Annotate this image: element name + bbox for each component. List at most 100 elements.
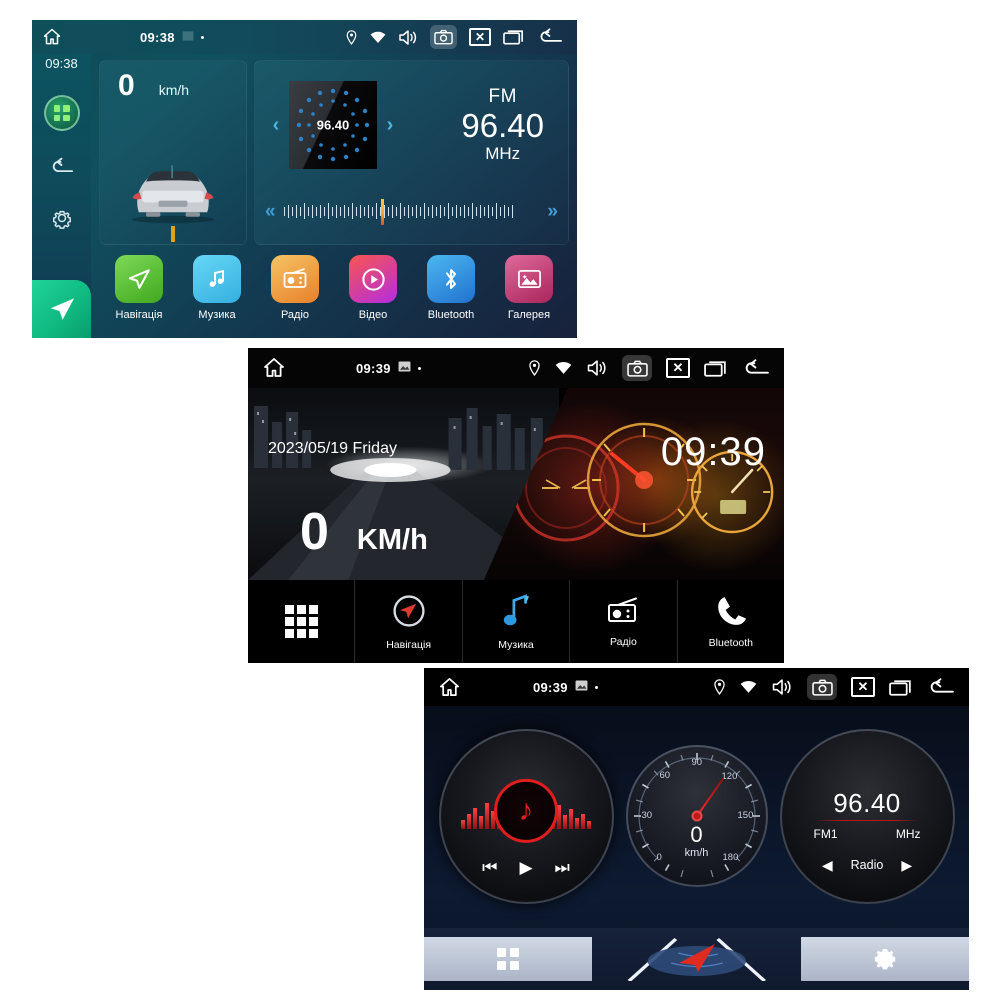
compass-icon xyxy=(391,593,427,634)
app-music[interactable]: Музика xyxy=(181,255,253,321)
back-icon[interactable] xyxy=(538,28,563,46)
location-icon[interactable] xyxy=(528,360,541,376)
radio-next-button[interactable]: ▶ xyxy=(901,857,912,874)
dot-icon xyxy=(417,366,421,370)
music-note-icon: ♪ xyxy=(494,778,558,843)
dock-settings-button[interactable] xyxy=(801,937,969,981)
next-track-button[interactable]: ⏭ xyxy=(555,858,570,878)
back-icon[interactable] xyxy=(743,358,770,378)
wifi-icon[interactable] xyxy=(740,680,757,694)
speed-readout: 0 KM/h xyxy=(300,506,428,558)
dock-item-navigation[interactable]: Навігація xyxy=(354,580,461,663)
sidebar-item-navigation-icon[interactable] xyxy=(32,280,91,338)
speed-tick-30: 30 xyxy=(641,810,653,821)
location-icon[interactable] xyxy=(713,679,726,695)
phone-handset-icon xyxy=(716,595,746,632)
sidebar-item-settings-gear-icon[interactable] xyxy=(51,207,73,234)
play-button[interactable]: ▶ xyxy=(519,858,532,878)
dock-item-music[interactable]: Музика xyxy=(461,580,569,663)
sidebar-item-apps-grid-icon[interactable] xyxy=(43,95,80,131)
apps-grid-icon xyxy=(284,605,318,638)
dock-navigation-button[interactable] xyxy=(592,937,802,981)
radio-next-button[interactable]: › xyxy=(381,114,399,137)
volume-icon[interactable] xyxy=(771,678,793,696)
screenshot-icon[interactable] xyxy=(622,355,652,381)
speed-value: 0 xyxy=(300,503,329,561)
dock-label: Навігація xyxy=(386,638,432,651)
radio-seek-fwd-button[interactable]: » xyxy=(547,201,558,223)
radio-tuner-needle[interactable] xyxy=(380,199,384,225)
dock-item-radio[interactable]: Радіо xyxy=(569,580,676,663)
home-icon[interactable] xyxy=(438,676,461,699)
radio-icon xyxy=(606,596,640,631)
recents-icon[interactable] xyxy=(704,359,729,378)
screen1-body: 09:38 0 km/h ‹ 96.40 › FM 96.40 MHz « » … xyxy=(32,54,577,338)
location-icon[interactable] xyxy=(345,29,358,45)
radio-widget[interactable]: ‹ 96.40 › FM 96.40 MHz « » xyxy=(254,60,569,245)
speed-tick-120: 120 xyxy=(721,771,738,782)
speed-value: 0 xyxy=(690,821,703,847)
recents-icon[interactable] xyxy=(503,28,526,46)
app-gallery[interactable]: Галерея xyxy=(493,255,565,321)
app-navigation[interactable]: Навігація xyxy=(103,255,175,321)
parking-line xyxy=(171,226,175,242)
status-bar-2: 09:39 ✕ xyxy=(248,348,784,388)
close-icon[interactable]: ✕ xyxy=(851,677,875,697)
home-icon[interactable] xyxy=(262,356,286,380)
speed-gauge-widget[interactable]: 0 30 60 90 120 150 180 0 km/h xyxy=(625,745,768,887)
music-gauge-widget[interactable]: ♪ ⏮ ▶ ⏭ xyxy=(438,728,614,904)
gauge-row: ♪ ⏮ ▶ ⏭ 0 30 60 90 120 150 180 0 km/h 96… xyxy=(424,706,969,926)
back-icon[interactable] xyxy=(928,677,955,697)
screen-black-home: 09:39 ✕ 2023/05/19 Friday 09:39 0 KM/h Н… xyxy=(248,348,784,663)
app-label: Музика xyxy=(198,309,236,321)
screenshot-icon[interactable] xyxy=(430,25,457,49)
radio-unit: MHz xyxy=(485,144,521,164)
recents-icon[interactable] xyxy=(889,678,914,697)
radio-prev-button[interactable]: ‹ xyxy=(267,114,285,137)
radio-gauge-widget[interactable]: 96.40 FM1 MHz ◀ Radio ▶ xyxy=(779,728,955,904)
app-label: Bluetooth xyxy=(427,309,475,321)
app-bluetooth[interactable]: Bluetooth xyxy=(415,255,487,321)
radio-divider xyxy=(813,819,921,821)
radio-band: FM xyxy=(488,85,517,107)
gallery-image-icon xyxy=(505,255,553,303)
dot-icon xyxy=(200,35,204,39)
app-label: Радіо xyxy=(280,309,310,321)
gallery-icon xyxy=(182,28,194,46)
home-icon[interactable] xyxy=(42,27,62,47)
speed-tick-150: 150 xyxy=(737,810,754,821)
radio-unit: MHz xyxy=(895,826,921,841)
video-play-icon xyxy=(349,255,397,303)
radio-seek-back-button[interactable]: « xyxy=(265,201,276,223)
volume-icon[interactable] xyxy=(586,359,608,377)
sidebar-item-back-icon[interactable] xyxy=(50,157,74,181)
app-radio[interactable]: Радіо xyxy=(259,255,331,321)
navigation-arrow-icon xyxy=(673,941,719,978)
radio-tuning-scale[interactable] xyxy=(283,199,540,225)
speed-widget[interactable]: 0 km/h xyxy=(99,60,247,245)
speed-unit: km/h xyxy=(684,847,709,860)
close-icon[interactable]: ✕ xyxy=(469,28,491,46)
dock-apps-button[interactable] xyxy=(424,937,592,981)
radio-readout: FM 96.40 MHz xyxy=(461,86,544,165)
wifi-icon[interactable] xyxy=(370,31,386,44)
dock-label: Bluetooth xyxy=(708,636,754,649)
radio-controls: ◀ Radio ▶ xyxy=(780,857,955,874)
app-label: Галерея xyxy=(507,309,551,321)
volume-icon[interactable] xyxy=(398,29,418,46)
radio-sub-row: FM1 MHz xyxy=(814,827,921,841)
app-video[interactable]: Відео xyxy=(337,255,409,321)
widget-row: 0 km/h ‹ 96.40 › FM 96.40 MHz « » xyxy=(99,60,569,245)
close-icon[interactable]: ✕ xyxy=(666,358,690,378)
prev-track-button[interactable]: ⏮ xyxy=(482,858,497,878)
screenshot-icon[interactable] xyxy=(807,674,837,700)
music-note-icon xyxy=(501,593,531,634)
radio-band: FM1 xyxy=(813,826,838,841)
wifi-icon[interactable] xyxy=(555,361,572,375)
dock-label: Музика xyxy=(498,638,534,651)
dock-item-apps[interactable] xyxy=(248,580,354,663)
navigation-icon xyxy=(115,255,163,303)
radio-frequency: 96.40 xyxy=(833,788,901,818)
radio-prev-button[interactable]: ◀ xyxy=(822,857,833,874)
dock-item-bluetooth[interactable]: Bluetooth xyxy=(676,580,784,663)
